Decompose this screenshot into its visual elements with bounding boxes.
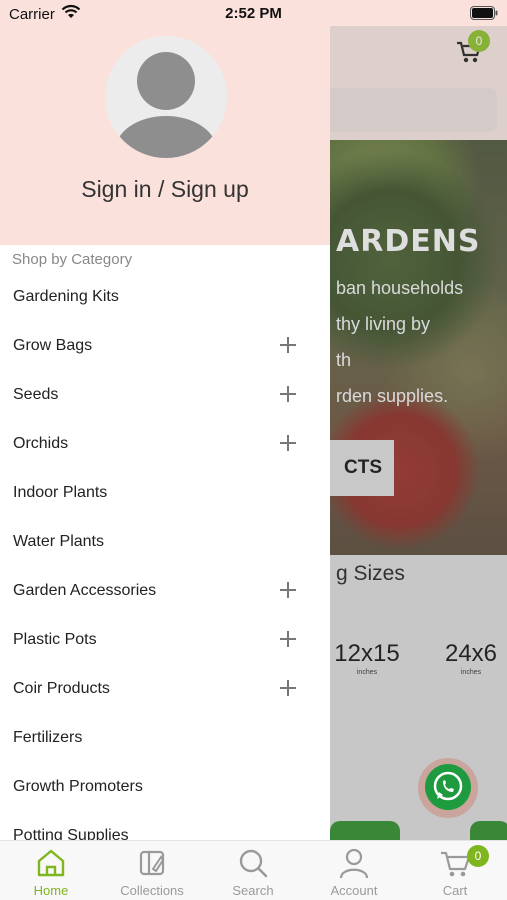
menu-item-fertilizers[interactable]: Fertilizers xyxy=(0,716,330,765)
cart-badge: 0 xyxy=(467,845,489,867)
home-icon xyxy=(37,849,65,877)
tab-label: Cart xyxy=(442,883,468,898)
menu-item-coir-products[interactable]: Coir Products xyxy=(0,667,330,716)
menu-item-plastic-pots[interactable]: Plastic Pots xyxy=(0,618,330,667)
clock-label: 2:52 PM xyxy=(225,5,282,22)
menu-item-grow-bags[interactable]: Grow Bags xyxy=(0,324,330,373)
expand-plus-icon[interactable] xyxy=(280,582,296,598)
expand-plus-icon[interactable] xyxy=(280,631,296,647)
expand-plus-icon[interactable] xyxy=(280,386,296,402)
drawer-header: Sign in / Sign up xyxy=(0,0,330,245)
sign-in-link[interactable]: Sign in / Sign up xyxy=(0,176,330,203)
tab-cart[interactable]: 0 Cart xyxy=(405,841,505,900)
menu-item-orchids[interactable]: Orchids xyxy=(0,422,330,471)
expand-plus-icon[interactable] xyxy=(280,680,296,696)
menu-item-label: Garden Accessories xyxy=(13,582,157,599)
account-icon xyxy=(339,848,369,879)
menu-item-label: Growth Promoters xyxy=(13,778,143,795)
menu-item-label: Fertilizers xyxy=(13,729,83,746)
whatsapp-icon xyxy=(425,764,471,810)
expand-plus-icon[interactable] xyxy=(280,435,296,451)
menu-item-label: Grow Bags xyxy=(13,337,93,354)
tab-label: Search xyxy=(232,883,274,898)
tab-label: Home xyxy=(33,883,69,898)
battery-icon xyxy=(470,6,498,20)
menu-item-label: Indoor Plants xyxy=(13,484,108,501)
bottom-tab-bar: Home Collections Search Account 0 Cart xyxy=(0,840,507,900)
menu-item-growth-promoters[interactable]: Growth Promoters xyxy=(0,765,330,814)
menu-item-garden-accessories[interactable]: Garden Accessories xyxy=(0,569,330,618)
menu-item-label: Plastic Pots xyxy=(13,631,97,648)
status-bar: Carrier 2:52 PM xyxy=(0,0,507,26)
menu-item-label: Potting Supplies xyxy=(13,827,129,840)
tab-account[interactable]: Account xyxy=(304,841,404,900)
menu-item-seeds[interactable]: Seeds xyxy=(0,373,330,422)
tab-home[interactable]: Home xyxy=(1,841,101,900)
cart-icon xyxy=(441,851,471,877)
navigation-drawer: Sign in / Sign up Shop by Category Garde… xyxy=(0,0,330,840)
menu-item-label: Seeds xyxy=(13,386,59,403)
menu-item-water-plants[interactable]: Water Plants xyxy=(0,520,330,569)
menu-item-label: Water Plants xyxy=(13,533,104,550)
menu-item-label: Gardening Kits xyxy=(13,288,119,305)
tab-collections[interactable]: Collections xyxy=(102,841,202,900)
tab-label: Collections xyxy=(120,883,184,898)
search-icon xyxy=(239,849,268,878)
category-heading: Shop by Category xyxy=(12,251,133,268)
avatar[interactable] xyxy=(105,36,227,158)
menu-item-indoor-plants[interactable]: Indoor Plants xyxy=(0,471,330,520)
tab-label: Account xyxy=(330,883,378,898)
expand-plus-icon[interactable] xyxy=(280,337,296,353)
menu-item-potting-supplies[interactable]: Potting Supplies xyxy=(0,814,330,840)
collections-icon xyxy=(139,850,165,876)
user-icon xyxy=(137,52,195,110)
menu-item-label: Orchids xyxy=(13,435,69,452)
tab-search[interactable]: Search xyxy=(203,841,303,900)
menu-item-label: Coir Products xyxy=(13,680,110,697)
menu-item-gardening-kits[interactable]: Gardening Kits xyxy=(0,275,330,324)
